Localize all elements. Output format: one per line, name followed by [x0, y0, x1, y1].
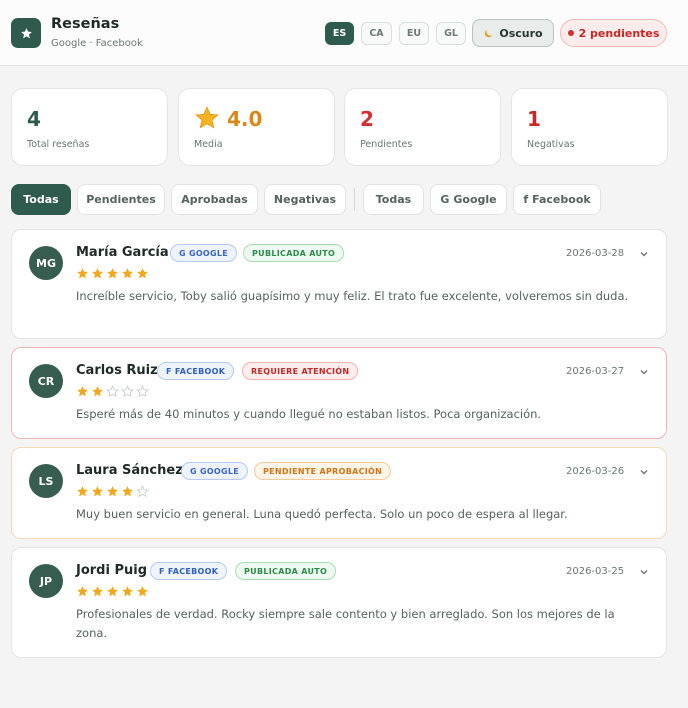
star-filled-icon [122, 268, 133, 279]
stat-card-negative: 1 Negativas [511, 88, 668, 166]
page-subtitle: Google · Facebook [51, 38, 143, 49]
star-empty-icon [106, 385, 119, 398]
lang-eu-button[interactable]: EU [399, 22, 429, 45]
star-filled-icon [92, 386, 103, 397]
review-text: Increíble servicio, Toby salió guapísimo… [76, 289, 629, 303]
stat-label-negative: Negativas [527, 139, 575, 150]
star-rating [76, 267, 149, 280]
page-title: Reseñas [51, 16, 120, 32]
filter-source-google-label: Google [453, 193, 497, 206]
reviewer-name: Laura Sánchez [76, 463, 183, 478]
star-filled-icon [77, 386, 88, 397]
star-filled-icon [122, 586, 133, 597]
reviewer-name: María García [76, 245, 169, 260]
status-badge: PUBLICADA AUTO [235, 562, 337, 580]
star-filled-icon [77, 486, 88, 497]
filter-source-google[interactable]: G Google [430, 184, 507, 215]
facebook-icon: f [523, 193, 529, 206]
star-filled-icon [107, 268, 118, 279]
star-rating [76, 585, 149, 598]
star-empty-icon [136, 385, 149, 398]
stat-label-average: Media [194, 139, 223, 150]
stat-value-average: 4.0 [227, 107, 263, 131]
review-card[interactable]: JP Jordi Puig F FACEBOOK PUBLICADA AUTO … [11, 547, 667, 658]
filter-status-approved[interactable]: Aprobadas [171, 184, 258, 215]
review-card[interactable]: CR Carlos Ruiz F FACEBOOK REQUIERE ATENC… [11, 347, 667, 439]
google-icon: G [440, 193, 450, 206]
star-filled-icon [92, 268, 103, 279]
star-filled-icon [122, 486, 133, 497]
avatar: JP [29, 564, 63, 598]
star-filled-icon [77, 268, 88, 279]
review-text: Muy buen servicio en general. Luna quedó… [76, 507, 568, 521]
star-icon [20, 27, 32, 38]
star-filled-icon [107, 486, 118, 497]
stat-value-total: 4 [27, 107, 41, 131]
filter-status-all[interactable]: Todas [11, 184, 71, 215]
dark-mode-label: Oscuro [499, 26, 543, 40]
chevron-down-icon[interactable] [639, 367, 649, 377]
lang-gl-button[interactable]: GL [436, 22, 466, 45]
moon-icon [485, 29, 493, 37]
star-filled-icon [77, 586, 88, 597]
filter-source-facebook[interactable]: f Facebook [513, 184, 601, 215]
review-date: 2026-03-26 [566, 466, 625, 477]
review-card[interactable]: MG María García G GOOGLE PUBLICADA AUTO … [11, 229, 667, 339]
star-filled-icon [137, 586, 148, 597]
lang-es-button[interactable]: ES [325, 22, 354, 45]
filter-divider [354, 188, 355, 211]
filter-status-negative[interactable]: Negativas [264, 184, 346, 215]
review-date: 2026-03-25 [566, 566, 625, 577]
stat-label-total: Total reseñas [27, 139, 90, 150]
star-empty-icon [136, 485, 149, 498]
logo-badge [11, 18, 41, 48]
filter-status-pending[interactable]: Pendientes [77, 184, 165, 215]
reviewer-name: Jordi Puig [76, 563, 148, 578]
stat-card-total: 4 Total reseñas [11, 88, 168, 166]
chevron-down-icon[interactable] [639, 249, 649, 259]
reviewer-name: Carlos Ruiz [76, 363, 158, 378]
filter-source-facebook-label: Facebook [532, 193, 591, 206]
star-filled-icon [137, 268, 148, 279]
star-empty-icon [121, 385, 134, 398]
pending-count-badge[interactable]: 2 pendientes [560, 19, 667, 47]
red-dot-icon [567, 30, 574, 36]
avatar: LS [29, 464, 63, 498]
review-date: 2026-03-27 [566, 366, 625, 377]
star-filled-icon [107, 586, 118, 597]
source-badge: F FACEBOOK [150, 562, 228, 580]
star-filled-icon [92, 486, 103, 497]
dark-mode-button[interactable]: Oscuro [472, 19, 554, 47]
star-filled-icon [92, 586, 103, 597]
avatar: MG [29, 246, 63, 280]
chevron-down-icon[interactable] [639, 567, 649, 577]
review-date: 2026-03-28 [566, 248, 625, 259]
app-header: Reseñas Google · Facebook ES CA EU GL Os… [0, 0, 688, 66]
star-emoji-icon [195, 106, 219, 129]
chevron-down-icon[interactable] [639, 467, 649, 477]
star-rating [76, 485, 149, 498]
pending-count-label: 2 pendientes [578, 26, 660, 40]
filter-source-all[interactable]: Todas [363, 184, 424, 215]
source-badge: F FACEBOOK [157, 362, 235, 380]
stat-card-pending: 2 Pendientes [344, 88, 501, 166]
status-badge: PUBLICADA AUTO [243, 244, 345, 262]
stat-value-negative: 1 [527, 107, 541, 131]
stat-card-average: 4.0 Media [178, 88, 335, 166]
avatar: CR [29, 364, 63, 398]
star-rating [76, 385, 149, 398]
source-badge: G GOOGLE [181, 462, 249, 480]
review-card[interactable]: LS Laura Sánchez G GOOGLE PENDIENTE APRO… [11, 447, 667, 539]
stat-label-pending: Pendientes [360, 139, 413, 150]
source-badge: G GOOGLE [170, 244, 238, 262]
stat-value-pending: 2 [360, 107, 374, 131]
review-text: Profesionales de verdad. Rocky siempre s… [76, 607, 615, 640]
status-badge: PENDIENTE APROBACIÓN [254, 462, 392, 480]
review-text: Esperé más de 40 minutos y cuando llegué… [76, 407, 542, 421]
lang-ca-button[interactable]: CA [361, 22, 392, 45]
status-badge: REQUIERE ATENCIÓN [242, 362, 359, 380]
